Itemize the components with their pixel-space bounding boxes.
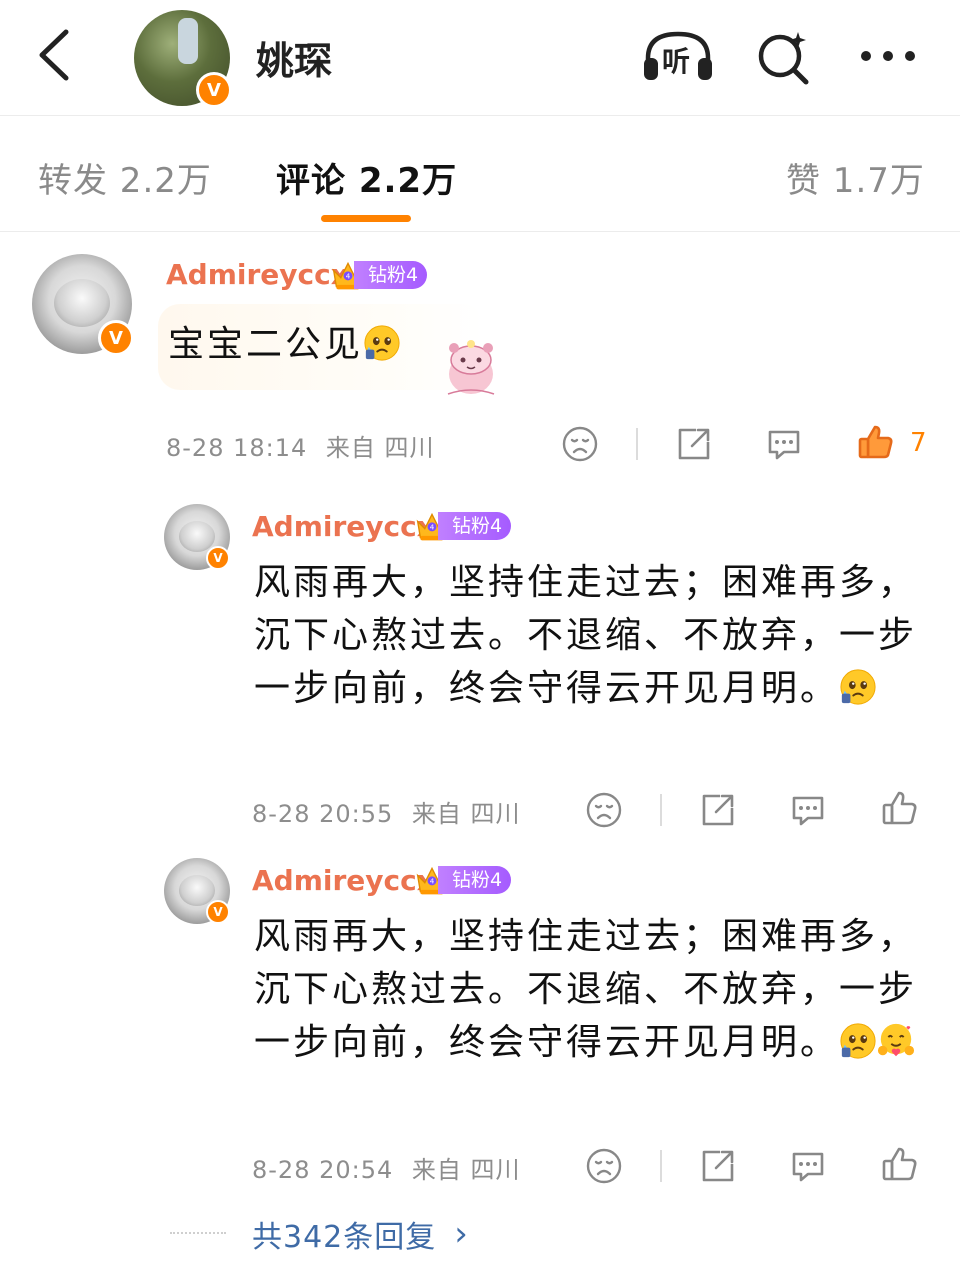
tab-bar: 转发 2.2万 评论 2.2万 赞 1.7万 <box>0 115 960 232</box>
reply-location: 来自 四川 <box>411 1156 521 1184</box>
reply-text-block: 风雨再大，坚持住走过去；困难再多，沉下心熬过去。不退缩、不放弃，一步一步向前，终… <box>254 910 926 1069</box>
reply-time: 8-28 20:54 <box>252 1156 394 1184</box>
fan-badge[interactable]: 钻粉4 <box>414 511 512 541</box>
fan-badge[interactable]: 钻粉4 <box>330 260 428 290</box>
verified-badge-icon: V <box>98 320 134 356</box>
fan-badge-label: 钻粉4 <box>438 512 512 540</box>
comment-time: 8-28 18:14 <box>166 434 308 462</box>
fan-badge-label: 钻粉4 <box>354 261 428 289</box>
crying-pleading-emoji-icon <box>839 668 877 706</box>
crying-pleading-emoji-icon <box>839 1022 877 1060</box>
comment-icon[interactable] <box>764 424 804 464</box>
like-icon[interactable] <box>880 788 920 828</box>
back-button[interactable] <box>30 26 82 84</box>
more-button[interactable] <box>856 28 926 84</box>
hugging-emoji-icon <box>877 1022 915 1060</box>
dislike-icon[interactable] <box>584 790 624 830</box>
reply-meta: 8-28 20:54 来自 四川 <box>252 1150 521 1185</box>
chevron-left-icon <box>39 29 69 81</box>
dislike-icon[interactable] <box>560 424 600 464</box>
page-title: 姚琛 <box>256 39 333 83</box>
like-icon[interactable] <box>880 1144 920 1184</box>
pink-character-sticker-icon[interactable] <box>440 338 502 400</box>
avatar-figure <box>178 18 198 64</box>
comment-location: 来自 四川 <box>325 434 435 462</box>
top-bar: V 姚琛 听 <box>0 0 960 116</box>
reply-text-block: 风雨再大，坚持住走过去；困难再多，沉下心熬过去。不退缩、不放弃，一步一步向前，终… <box>254 556 926 715</box>
username[interactable]: Admireyccx <box>252 510 435 543</box>
more-replies-link[interactable]: 共342条回复 › <box>170 1212 469 1256</box>
avatar[interactable]: V <box>164 858 230 924</box>
reply-text: 风雨再大，坚持住走过去；困难再多，沉下心熬过去。不退缩、不放弃，一步一步向前，终… <box>254 562 918 709</box>
verified-badge-icon: V <box>196 72 232 108</box>
listen-label: 听 <box>662 45 691 78</box>
divider <box>660 1150 662 1182</box>
tab-reposts[interactable]: 转发 2.2万 <box>38 153 212 202</box>
comment-icon[interactable] <box>788 790 828 830</box>
fan-badge[interactable]: 钻粉4 <box>414 865 512 895</box>
divider <box>636 428 638 460</box>
divider <box>660 794 662 826</box>
avatar[interactable]: V <box>32 254 134 356</box>
reply-meta: 8-28 20:55 来自 四川 <box>252 794 521 829</box>
verified-badge-icon: V <box>206 900 230 924</box>
share-icon[interactable] <box>674 424 714 464</box>
tab-comments[interactable]: 评论 2.2万 <box>276 153 457 202</box>
share-icon[interactable] <box>698 1146 738 1186</box>
search-button[interactable] <box>752 28 822 85</box>
reply-text: 风雨再大，坚持住走过去；困难再多，沉下心熬过去。不退缩、不放弃，一步一步向前，终… <box>254 916 918 1063</box>
comment-meta: 8-28 18:14 来自 四川 <box>166 428 435 463</box>
more-horizontal-icon <box>861 51 915 61</box>
fan-badge-label: 钻粉4 <box>438 866 512 894</box>
dotted-divider <box>170 1232 226 1236</box>
avatar[interactable]: V <box>164 504 230 570</box>
comment-icon[interactable] <box>788 1146 828 1186</box>
share-icon[interactable] <box>698 790 738 830</box>
username[interactable]: Admireyccx <box>166 258 349 291</box>
like-count: 7 <box>910 428 927 458</box>
chevron-right-icon: › <box>454 1214 469 1254</box>
reply-time: 8-28 20:55 <box>252 800 394 828</box>
more-replies-label: 共342条回复 <box>252 1220 437 1255</box>
listen-button[interactable]: 听 <box>640 28 712 84</box>
active-tab-indicator <box>321 215 411 222</box>
username[interactable]: Admireyccx <box>252 864 435 897</box>
like-filled-icon[interactable] <box>856 422 896 462</box>
reply-location: 来自 四川 <box>411 800 521 828</box>
avatar-cat-face <box>54 279 110 327</box>
comment-text: 宝宝二公见 <box>168 324 364 365</box>
search-sparkle-icon <box>758 32 809 85</box>
verified-badge-icon: V <box>206 546 230 570</box>
author-avatar[interactable]: V <box>134 10 232 108</box>
crying-pleading-emoji-icon <box>363 324 401 362</box>
tab-likes[interactable]: 赞 1.7万 <box>786 153 925 202</box>
dislike-icon[interactable] <box>584 1146 624 1186</box>
